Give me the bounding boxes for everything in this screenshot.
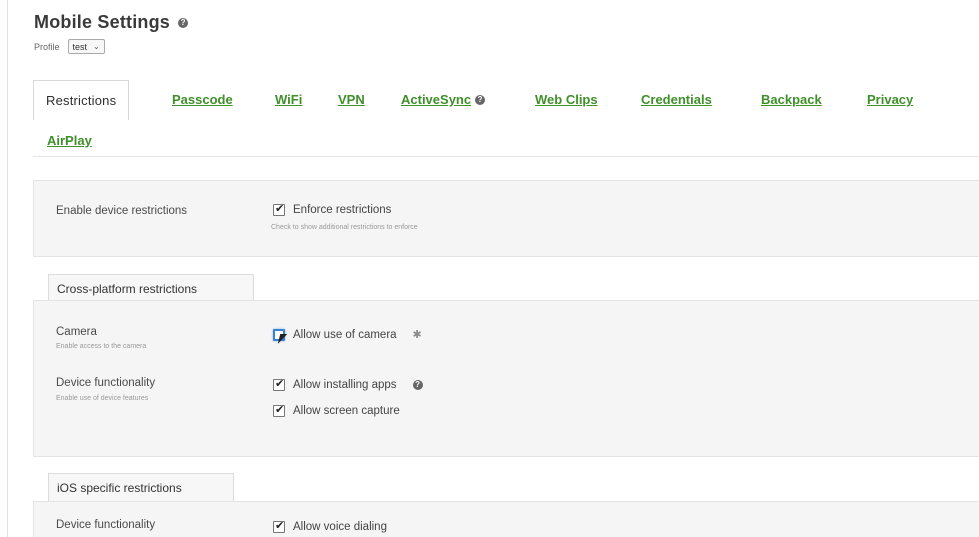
enforce-restrictions-checkbox[interactable]: [273, 202, 285, 216]
profile-label: Profile: [34, 41, 60, 52]
camera-option[interactable]: Allow use of camera ✱: [273, 328, 422, 341]
enable-restrictions-label: Enable device restrictions: [56, 205, 188, 217]
cross-platform-panel: [33, 300, 979, 457]
tab-activesync[interactable]: ActiveSync?: [401, 80, 486, 120]
device-functionality-label: Device functionality: [56, 377, 156, 389]
page-header: Mobile Settings ? Profile test ⌄: [34, 12, 189, 54]
profile-select[interactable]: test ⌄: [67, 39, 105, 54]
chevron-down-icon: ⌄: [93, 42, 100, 51]
allow-screen-capture-label: Allow screen capture: [293, 405, 400, 417]
allow-voice-dialing-option[interactable]: Allow voice dialing: [273, 519, 387, 533]
android-icon: ✱: [412, 329, 422, 341]
cross-platform-heading: Cross-platform restrictions: [48, 274, 254, 302]
tabs-divider: [33, 156, 979, 157]
camera-sub: Enable access to the camera: [56, 343, 147, 350]
allow-installing-apps-option[interactable]: Allow installing apps ?: [273, 377, 423, 391]
tab-web-clips[interactable]: Web Clips: [535, 80, 598, 120]
profile-row: Profile test ⌄: [34, 39, 188, 54]
page-title: Mobile Settings: [34, 12, 171, 32]
tab-backpack[interactable]: Backpack: [761, 80, 822, 120]
tab-credentials[interactable]: Credentials: [641, 80, 712, 120]
allow-screen-capture-checkbox[interactable]: [273, 403, 285, 417]
allow-installing-apps-label: Allow installing apps: [293, 379, 397, 391]
ios-device-functionality-label: Device functionality: [56, 519, 156, 531]
tab-wifi[interactable]: WiFi: [275, 80, 302, 120]
enforce-restrictions-help: Check to show additional restrictions to…: [271, 224, 418, 231]
allow-voice-dialing-label: Allow voice dialing: [293, 521, 387, 533]
general-panel: [33, 180, 979, 257]
tab-airplay[interactable]: AirPlay: [47, 133, 92, 148]
ios-panel: [33, 501, 979, 537]
device-functionality-sub: Enable use of device features: [56, 395, 149, 402]
help-icon[interactable]: ?: [178, 17, 189, 28]
tab-privacy[interactable]: Privacy: [867, 80, 913, 120]
allow-installing-apps-checkbox[interactable]: [273, 377, 285, 391]
profile-value: test: [72, 41, 88, 52]
enforce-restrictions-label: Enforce restrictions: [293, 204, 392, 216]
allow-voice-dialing-checkbox[interactable]: [273, 519, 285, 533]
left-divider: [7, 0, 8, 537]
camera-option-label: Allow use of camera: [293, 328, 397, 341]
ios-restrictions-heading: iOS specific restrictions: [48, 473, 234, 501]
allow-screen-capture-option[interactable]: Allow screen capture: [273, 403, 408, 417]
camera-label: Camera: [56, 326, 97, 338]
help-icon[interactable]: ?: [475, 95, 486, 105]
help-icon[interactable]: ?: [412, 380, 423, 390]
tab-restrictions[interactable]: Restrictions: [33, 80, 130, 120]
tab-vpn[interactable]: VPN: [338, 80, 365, 120]
tab-passcode[interactable]: Passcode: [172, 80, 233, 120]
enforce-restrictions-option[interactable]: Enforce restrictions: [273, 202, 392, 216]
settings-tabs: Restrictions Passcode WiFi VPN ActiveSyn…: [33, 80, 979, 120]
